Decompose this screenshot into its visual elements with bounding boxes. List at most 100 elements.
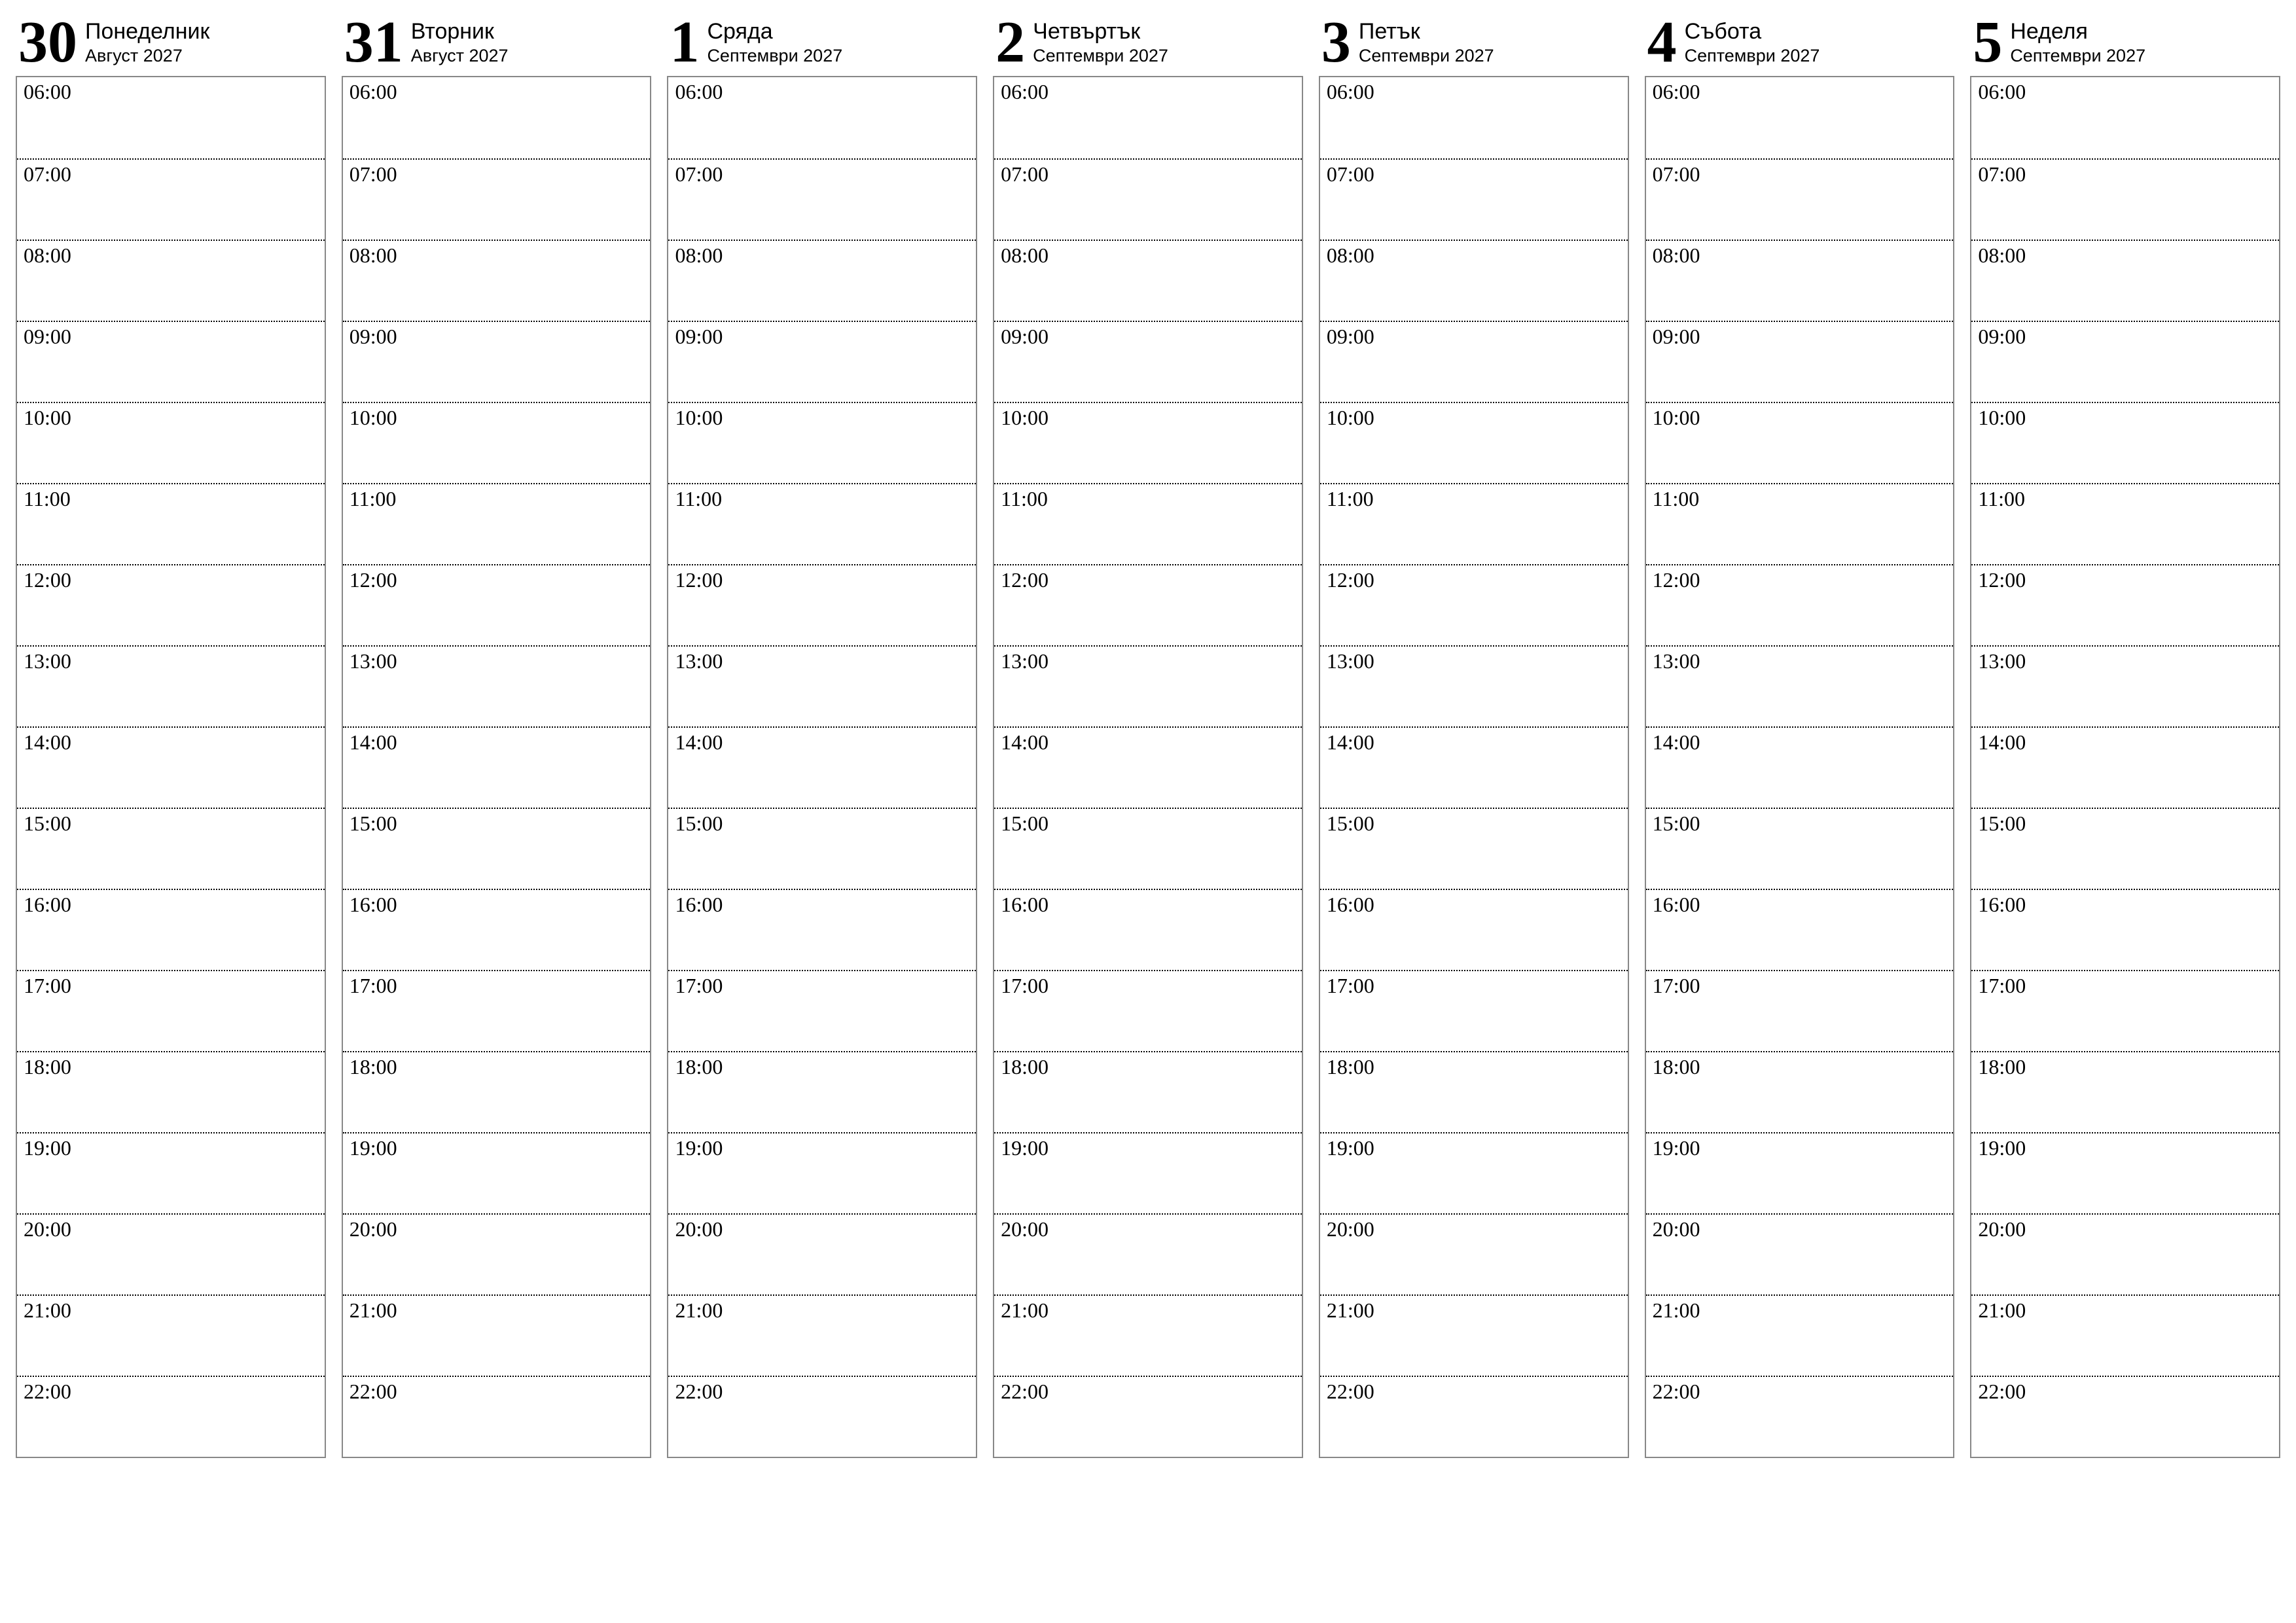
hour-slot[interactable]: 20:00 [1646,1213,1954,1294]
hour-slot[interactable]: 19:00 [1646,1132,1954,1213]
hour-slot[interactable]: 21:00 [668,1294,976,1376]
hour-slot[interactable]: 16:00 [1646,889,1954,970]
hour-slot[interactable]: 20:00 [343,1213,651,1294]
hour-slot[interactable]: 20:00 [668,1213,976,1294]
hour-slot[interactable]: 13:00 [668,645,976,726]
hour-slot[interactable]: 06:00 [17,77,325,158]
hour-slot[interactable]: 22:00 [343,1376,651,1457]
hour-slot[interactable]: 16:00 [343,889,651,970]
hour-slot[interactable]: 10:00 [1971,402,2279,483]
hour-slot[interactable]: 17:00 [343,970,651,1051]
hour-slot[interactable]: 07:00 [1320,158,1628,240]
hour-slot[interactable]: 10:00 [343,402,651,483]
hour-slot[interactable]: 16:00 [994,889,1302,970]
hour-slot[interactable]: 09:00 [17,321,325,402]
hour-slot[interactable]: 15:00 [17,808,325,889]
hour-slot[interactable]: 21:00 [343,1294,651,1376]
hour-slot[interactable]: 09:00 [1971,321,2279,402]
hour-slot[interactable]: 06:00 [1320,77,1628,158]
hour-slot[interactable]: 14:00 [1646,726,1954,808]
hour-slot[interactable]: 17:00 [17,970,325,1051]
hour-slot[interactable]: 11:00 [668,483,976,564]
hour-slot[interactable]: 19:00 [668,1132,976,1213]
hour-slot[interactable]: 15:00 [343,808,651,889]
hour-slot[interactable]: 08:00 [1971,240,2279,321]
hour-slot[interactable]: 11:00 [1971,483,2279,564]
hour-slot[interactable]: 21:00 [1646,1294,1954,1376]
hour-slot[interactable]: 14:00 [1320,726,1628,808]
hour-slot[interactable]: 14:00 [994,726,1302,808]
hour-slot[interactable]: 06:00 [668,77,976,158]
hour-slot[interactable]: 19:00 [1971,1132,2279,1213]
hour-slot[interactable]: 18:00 [17,1051,325,1132]
hour-slot[interactable]: 10:00 [17,402,325,483]
hour-slot[interactable]: 07:00 [343,158,651,240]
hour-slot[interactable]: 22:00 [994,1376,1302,1457]
hour-slot[interactable]: 07:00 [1971,158,2279,240]
hour-slot[interactable]: 17:00 [1646,970,1954,1051]
hour-slot[interactable]: 21:00 [1320,1294,1628,1376]
hour-slot[interactable]: 06:00 [1646,77,1954,158]
hour-slot[interactable]: 18:00 [1971,1051,2279,1132]
hour-slot[interactable]: 08:00 [994,240,1302,321]
hour-slot[interactable]: 17:00 [668,970,976,1051]
hour-slot[interactable]: 10:00 [668,402,976,483]
hour-slot[interactable]: 12:00 [343,564,651,645]
hour-slot[interactable]: 14:00 [668,726,976,808]
hour-slot[interactable]: 19:00 [994,1132,1302,1213]
hour-slot[interactable]: 08:00 [17,240,325,321]
hour-slot[interactable]: 17:00 [1971,970,2279,1051]
hour-slot[interactable]: 19:00 [343,1132,651,1213]
hour-slot[interactable]: 08:00 [668,240,976,321]
hour-slot[interactable]: 13:00 [994,645,1302,726]
hour-slot[interactable]: 22:00 [17,1376,325,1457]
hour-slot[interactable]: 18:00 [994,1051,1302,1132]
hour-slot[interactable]: 22:00 [668,1376,976,1457]
hour-slot[interactable]: 18:00 [1646,1051,1954,1132]
hour-slot[interactable]: 11:00 [17,483,325,564]
hour-slot[interactable]: 14:00 [343,726,651,808]
hour-slot[interactable]: 22:00 [1320,1376,1628,1457]
hour-slot[interactable]: 11:00 [343,483,651,564]
hour-slot[interactable]: 16:00 [17,889,325,970]
hour-slot[interactable]: 12:00 [17,564,325,645]
hour-slot[interactable]: 15:00 [1320,808,1628,889]
hour-slot[interactable]: 07:00 [994,158,1302,240]
hour-slot[interactable]: 20:00 [17,1213,325,1294]
hour-slot[interactable]: 11:00 [994,483,1302,564]
hour-slot[interactable]: 07:00 [1646,158,1954,240]
hour-slot[interactable]: 14:00 [17,726,325,808]
hour-slot[interactable]: 13:00 [1320,645,1628,726]
hour-slot[interactable]: 08:00 [1320,240,1628,321]
hour-slot[interactable]: 06:00 [1971,77,2279,158]
hour-slot[interactable]: 12:00 [1320,564,1628,645]
hour-slot[interactable]: 12:00 [668,564,976,645]
hour-slot[interactable]: 16:00 [1320,889,1628,970]
hour-slot[interactable]: 10:00 [1646,402,1954,483]
hour-slot[interactable]: 13:00 [17,645,325,726]
hour-slot[interactable]: 21:00 [1971,1294,2279,1376]
hour-slot[interactable]: 09:00 [1646,321,1954,402]
hour-slot[interactable]: 15:00 [994,808,1302,889]
hour-slot[interactable]: 16:00 [1971,889,2279,970]
hour-slot[interactable]: 18:00 [343,1051,651,1132]
hour-slot[interactable]: 08:00 [343,240,651,321]
hour-slot[interactable]: 18:00 [668,1051,976,1132]
hour-slot[interactable]: 12:00 [994,564,1302,645]
hour-slot[interactable]: 19:00 [17,1132,325,1213]
hour-slot[interactable]: 17:00 [994,970,1302,1051]
hour-slot[interactable]: 09:00 [994,321,1302,402]
hour-slot[interactable]: 11:00 [1320,483,1628,564]
hour-slot[interactable]: 07:00 [668,158,976,240]
hour-slot[interactable]: 17:00 [1320,970,1628,1051]
hour-slot[interactable]: 21:00 [17,1294,325,1376]
hour-slot[interactable]: 13:00 [1971,645,2279,726]
hour-slot[interactable]: 22:00 [1971,1376,2279,1457]
hour-slot[interactable]: 16:00 [668,889,976,970]
hour-slot[interactable]: 20:00 [1971,1213,2279,1294]
hour-slot[interactable]: 22:00 [1646,1376,1954,1457]
hour-slot[interactable]: 12:00 [1646,564,1954,645]
hour-slot[interactable]: 09:00 [1320,321,1628,402]
hour-slot[interactable]: 15:00 [1971,808,2279,889]
hour-slot[interactable]: 15:00 [1646,808,1954,889]
